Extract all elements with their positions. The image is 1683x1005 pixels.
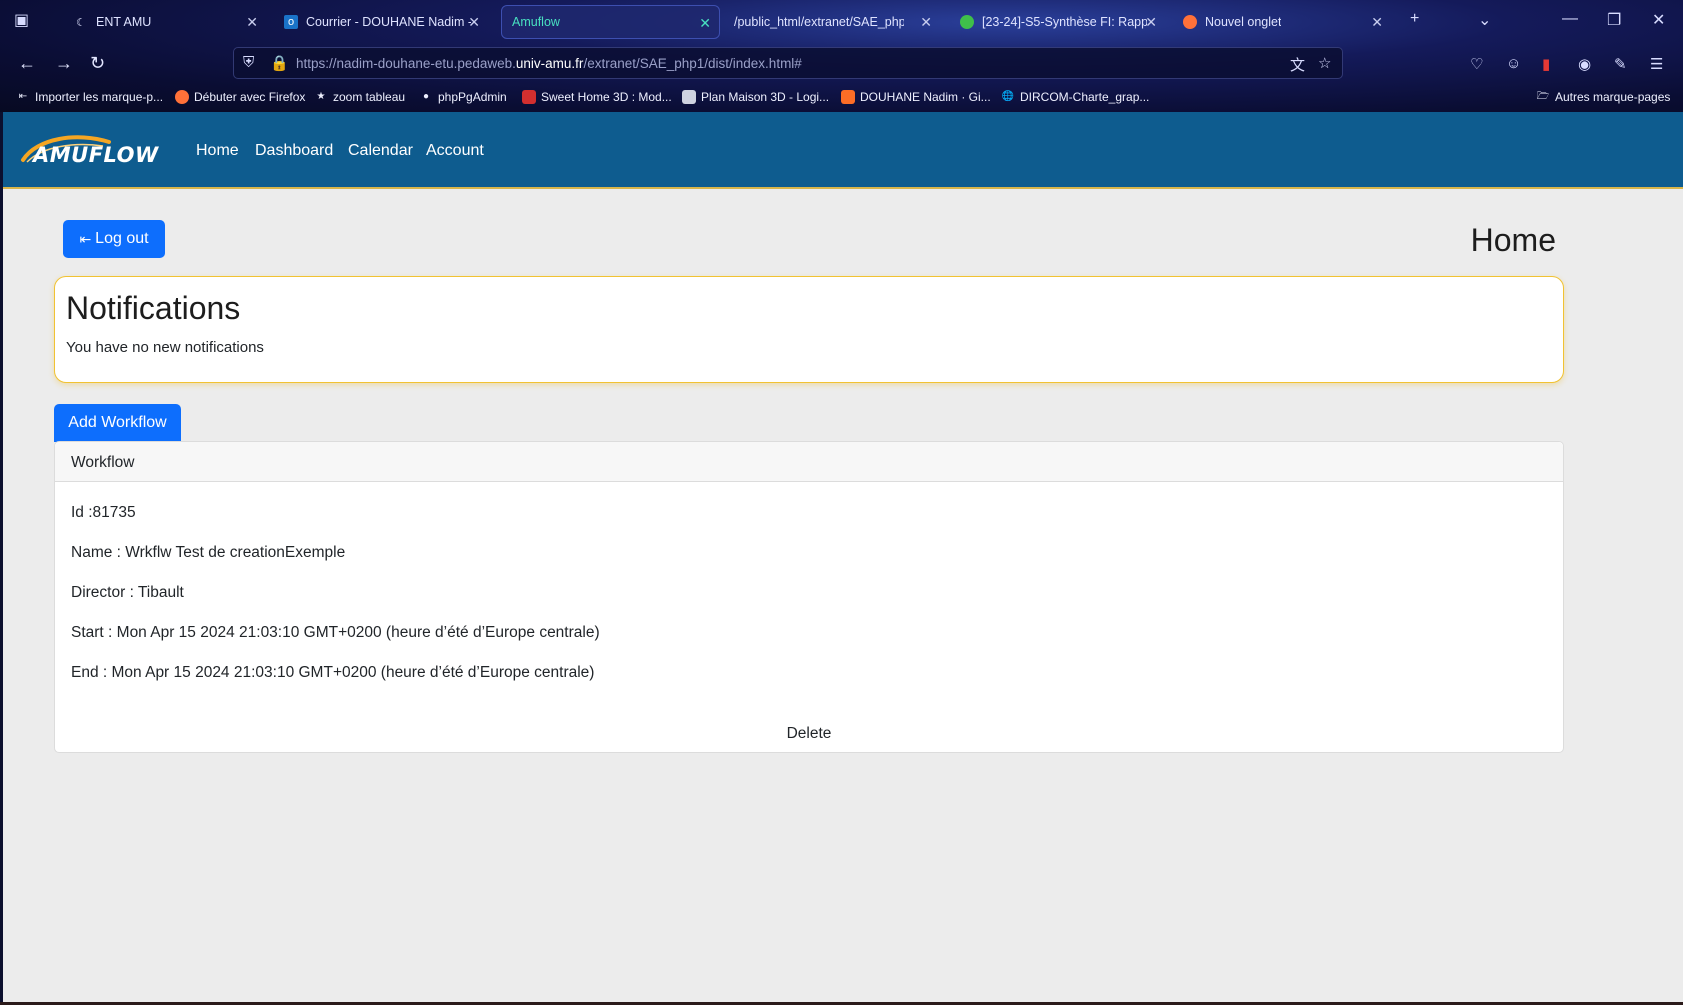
lock-icon[interactable]: 🔒 <box>270 54 289 72</box>
moon-icon: ☾ <box>76 16 86 29</box>
workflow-director: Director : Tibault <box>71 584 184 601</box>
tab-bar: ▣ ☾ ENT AMU ✕ o Courrier - DOUHANE Nadim… <box>0 0 1683 44</box>
workflow-start: Start : Mon Apr 15 2024 21:03:10 GMT+020… <box>71 624 600 641</box>
reload-icon[interactable]: ↻ <box>90 53 105 74</box>
tab-label: /public_html/extranet/SAE_php <box>734 15 904 29</box>
tab-amuflow[interactable]: Amuflow ✕ <box>501 5 720 39</box>
account-icon[interactable]: ☺ <box>1506 55 1521 72</box>
sweethome-icon <box>522 90 536 104</box>
workflow-card: Workflow Id :81735 Name : Wrkflw Test de… <box>54 441 1564 753</box>
globe-icon: 🌐 <box>1001 91 1015 102</box>
tab-synthese[interactable]: [23-24]-S5-Synthèse FI: Rapport ✕ <box>950 5 1165 39</box>
close-tab-icon[interactable]: ✕ <box>920 14 932 31</box>
url-text[interactable]: https://nadim-douhane-etu.pedaweb.univ-a… <box>296 56 802 71</box>
zoom-icon: ★ <box>316 91 326 102</box>
page-icon <box>682 90 696 104</box>
bookmark-firefox[interactable]: Débuter avec Firefox <box>175 90 305 104</box>
amuflow-logo[interactable]: AMUFLOW <box>17 134 167 170</box>
browser-chrome: ▣ ☾ ENT AMU ✕ o Courrier - DOUHANE Nadim… <box>0 0 1683 112</box>
close-tab-icon[interactable]: ✕ <box>1145 14 1157 31</box>
nav-calendar[interactable]: Calendar <box>348 142 413 160</box>
back-icon[interactable]: ← <box>18 53 36 74</box>
bookmark-sweethome[interactable]: Sweet Home 3D : Mod... <box>522 90 672 104</box>
nav-dashboard[interactable]: Dashboard <box>255 142 333 160</box>
elephant-icon: ● <box>422 91 430 102</box>
nav-account[interactable]: Account <box>426 142 484 160</box>
restore-icon[interactable]: ❐ <box>1607 10 1621 30</box>
minimize-icon[interactable]: — <box>1562 10 1578 28</box>
workflow-name: Name : Wrkflw Test de creationExemple <box>71 544 346 561</box>
bookmark-dircom[interactable]: 🌐 DIRCOM-Charte_grap... <box>1001 90 1150 104</box>
bookmark-import[interactable]: ⇤ Importer les marque-p... <box>16 90 163 104</box>
logout-icon: ⇤ <box>79 230 92 247</box>
logout-button[interactable]: ⇤ Log out <box>63 220 165 258</box>
bookmark-star-icon[interactable]: ☆ <box>1318 54 1331 72</box>
tab-new[interactable]: Nouvel onglet ✕ <box>1173 5 1391 39</box>
tab-label: Amuflow <box>512 15 560 29</box>
bookmark-zoom[interactable]: ★ zoom tableau <box>314 90 406 104</box>
address-bar[interactable]: ⛨ 🔒 https://nadim-douhane-etu.pedaweb.un… <box>233 47 1343 79</box>
add-workflow-label: Add Workflow <box>68 414 167 431</box>
workflow-end: End : Mon Apr 15 2024 21:03:10 GMT+0200 … <box>71 664 595 681</box>
extensions-icon[interactable]: ✎ <box>1614 55 1627 73</box>
extension-avatar-icon[interactable]: ◉ <box>1578 55 1591 73</box>
translate-icon[interactable]: 文 <box>1290 54 1305 75</box>
tab-label: Nouvel onglet <box>1205 15 1282 29</box>
bookmark-gitlab[interactable]: DOUHANE Nadim · Gi... <box>841 90 991 104</box>
workflow-card-header: Workflow <box>55 442 1563 482</box>
logout-label: Log out <box>95 230 149 247</box>
chevron-down-icon[interactable]: ⌄ <box>1478 10 1491 30</box>
import-icon: ⇤ <box>18 91 28 102</box>
shield-icon[interactable]: ⛨ <box>243 54 254 71</box>
tab-label: Courrier - DOUHANE Nadim - – <box>306 15 471 29</box>
tab-public-html[interactable]: /public_html/extranet/SAE_php ✕ <box>724 5 940 39</box>
close-tab-icon[interactable]: ✕ <box>699 15 711 32</box>
firefox-icon <box>1183 15 1197 29</box>
tab-ent-amu[interactable]: ☾ ENT AMU ✕ <box>64 5 266 39</box>
close-window-icon[interactable]: ✕ <box>1652 10 1665 30</box>
folder-icon: 🗁 <box>1536 91 1550 102</box>
delete-workflow-button[interactable]: Delete <box>55 725 1563 743</box>
bookmark-plan-maison[interactable]: Plan Maison 3D - Logi... <box>682 90 829 104</box>
close-tab-icon[interactable]: ✕ <box>1371 14 1383 31</box>
pocket-icon[interactable]: ♡ <box>1470 55 1483 73</box>
tab-overview-icon[interactable]: ▣ <box>14 10 29 30</box>
menu-icon[interactable]: ☰ <box>1650 55 1663 73</box>
close-tab-icon[interactable]: ✕ <box>468 14 480 31</box>
notifications-panel: Notifications You have no new notificati… <box>54 276 1564 383</box>
tab-label: [23-24]-S5-Synthèse FI: Rapport <box>982 15 1147 29</box>
app-navbar: AMUFLOW Home Dashboard Calendar Account <box>3 112 1683 189</box>
gitlab-icon <box>841 90 855 104</box>
ublock-icon[interactable]: ▮ <box>1542 55 1550 73</box>
logo-text: AMUFLOW <box>33 143 159 167</box>
forward-icon[interactable]: → <box>55 53 73 74</box>
workflow-header-label: Workflow <box>71 454 135 471</box>
tab-label: ENT AMU <box>96 15 152 29</box>
notifications-title: Notifications <box>66 290 241 326</box>
close-tab-icon[interactable]: ✕ <box>246 14 258 31</box>
web-page: AMUFLOW Home Dashboard Calendar Account … <box>3 112 1683 1002</box>
bookmark-phppgadmin[interactable]: ● phpPgAdmin <box>419 90 507 104</box>
new-tab-icon[interactable]: + <box>1410 10 1419 28</box>
outlook-icon: o <box>284 15 298 29</box>
nav-home[interactable]: Home <box>196 142 239 160</box>
notifications-message: You have no new notifications <box>66 339 264 356</box>
add-workflow-button[interactable]: Add Workflow <box>54 404 181 442</box>
firefox-icon <box>175 90 189 104</box>
status-dot-icon <box>960 15 974 29</box>
other-bookmarks[interactable]: 🗁 Autres marque-pages <box>1536 90 1671 104</box>
page-title: Home <box>1470 222 1556 258</box>
workflow-id: Id :81735 <box>71 504 136 521</box>
bookmarks-toolbar: ⇤ Importer les marque-p... Débuter avec F… <box>0 86 1683 112</box>
tab-courrier[interactable]: o Courrier - DOUHANE Nadim - – ✕ <box>274 5 488 39</box>
